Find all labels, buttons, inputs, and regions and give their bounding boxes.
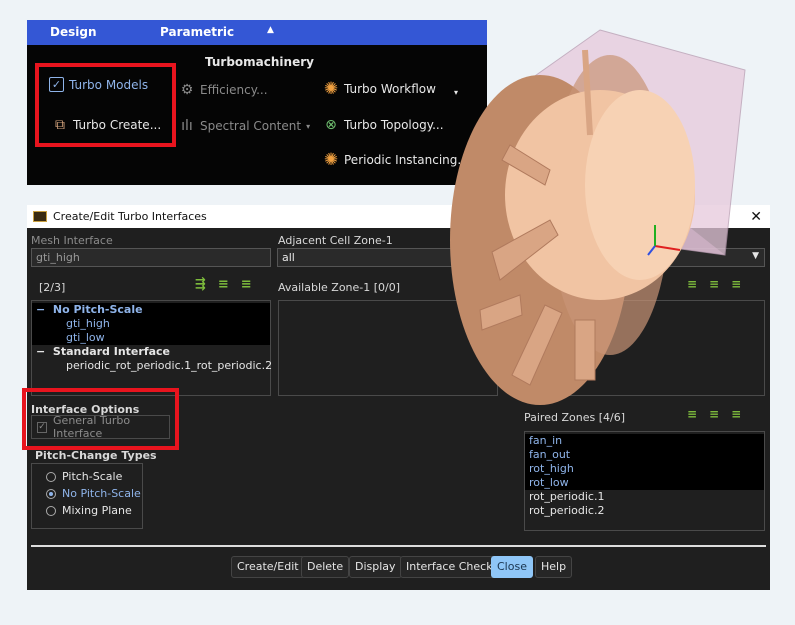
efficiency-icon: ⚙ xyxy=(180,82,194,98)
list-item[interactable]: gti_low xyxy=(32,331,270,345)
list-item[interactable]: rot_periodic.1 xyxy=(525,490,764,504)
list-item[interactable]: rot_low xyxy=(525,476,764,490)
turbo-workflow-button[interactable]: ✺ Turbo Workflow xyxy=(323,79,436,99)
app-icon xyxy=(33,211,47,222)
interface-check-button[interactable]: Interface Check xyxy=(400,556,499,578)
ribbon-tabs: Design Parametric ▲ xyxy=(27,20,487,45)
group-title: Turbomachinery xyxy=(205,55,314,69)
label: Turbo Topology... xyxy=(344,118,444,132)
radio-pitch-scale[interactable]: Pitch-Scale xyxy=(46,468,142,485)
highlight-box xyxy=(35,63,176,147)
list-item[interactable]: gti_high xyxy=(32,317,270,331)
pitch-change-group: Pitch-Scale No Pitch-Scale Mixing Plane xyxy=(31,463,143,529)
list-item[interactable]: rot_high xyxy=(525,462,764,476)
radio-no-pitch-scale[interactable]: No Pitch-Scale xyxy=(46,485,142,502)
close-button[interactable]: Close xyxy=(491,556,533,578)
label: Spectral Content xyxy=(200,119,302,133)
paired-zones-list[interactable]: fan_in fan_out rot_high rot_low rot_peri… xyxy=(524,431,765,531)
mesh-interface-label: Mesh Interface xyxy=(31,234,113,247)
spectrum-icon: ılı xyxy=(181,118,193,134)
selected-value: all xyxy=(282,251,295,264)
efficiency-button[interactable]: ⚙ Efficiency... xyxy=(179,82,268,98)
list-item[interactable]: rot_periodic.2 xyxy=(525,504,764,518)
collapse-ribbon-icon[interactable]: ▲ xyxy=(267,25,274,35)
tab-parametric[interactable]: Parametric xyxy=(160,25,234,39)
fan-icon: ✺ xyxy=(323,79,339,99)
topology-icon: ⊗ xyxy=(325,117,337,133)
paired-tools[interactable]: ≡≡≡ xyxy=(687,407,753,421)
tree-group[interactable]: − No Pitch-Scale xyxy=(32,303,270,317)
spectral-content-button[interactable]: ılı Spectral Content ▾ xyxy=(179,118,310,134)
adjacent-cell-zone-label: Adjacent Cell Zone-1 xyxy=(278,234,393,247)
divider xyxy=(31,545,766,547)
interfaces-count: [2/3] xyxy=(39,281,66,294)
ribbon: Design Parametric ▲ Turbomachinery ✓ Turb… xyxy=(27,20,487,185)
help-button[interactable]: Help xyxy=(535,556,573,578)
tab-design[interactable]: Design xyxy=(50,25,97,39)
fan-3d-model xyxy=(450,29,746,405)
list-item[interactable]: periodic_rot_periodic.1_rot_periodic.2 xyxy=(32,359,272,373)
create-edit-button[interactable]: Create/Edit xyxy=(231,556,305,578)
label: Turbo Workflow xyxy=(344,82,436,96)
paired-zones-label: Paired Zones [4/6] xyxy=(524,411,625,424)
label: Efficiency... xyxy=(200,83,268,97)
dialog-title: Create/Edit Turbo Interfaces xyxy=(53,210,207,223)
display-button[interactable]: Display xyxy=(349,556,402,578)
tree-group[interactable]: − Standard Interface xyxy=(32,345,270,359)
available-zone-label: Available Zone-1 [0/0] xyxy=(278,281,401,294)
turbo-topology-button[interactable]: ⊗ Turbo Topology... xyxy=(323,117,444,133)
list-item[interactable]: fan_out xyxy=(525,448,764,462)
mesh-interface-input[interactable]: gti_high xyxy=(31,248,271,267)
interfaces-tree[interactable]: − No Pitch-Scale gti_high gti_low − Stan… xyxy=(31,300,272,396)
list-item[interactable]: fan_in xyxy=(525,434,764,448)
delete-button[interactable]: Delete xyxy=(301,556,350,578)
pitch-change-label: Pitch-Change Types xyxy=(35,449,157,462)
list-tools[interactable]: ⇶≡≡ xyxy=(195,277,264,292)
highlight-box xyxy=(22,388,179,450)
radio-mixing-plane[interactable]: Mixing Plane xyxy=(46,502,142,519)
fan-icon: ✺ xyxy=(323,150,339,170)
